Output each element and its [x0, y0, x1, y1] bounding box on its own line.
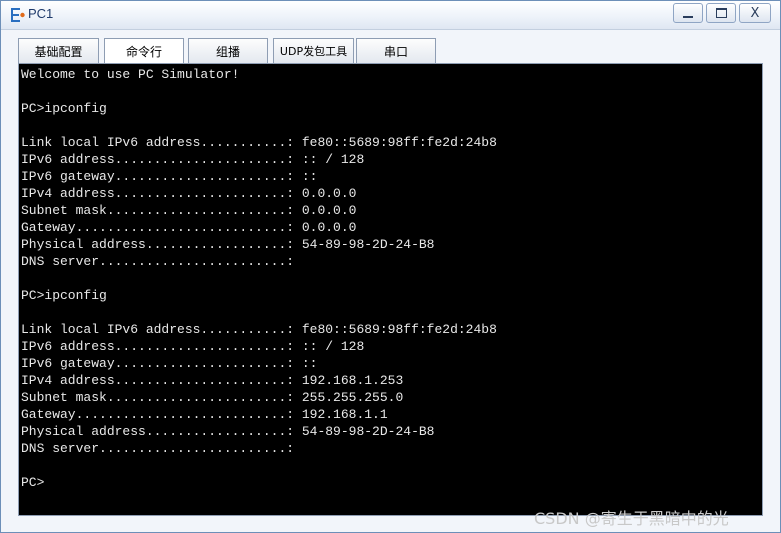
pc-simulator-window: PC1 X 基础配置 命令行 组播 UDP发包工具 串口 Welcome to …	[0, 0, 781, 533]
terminal-line: IPv6 address......................: :: /…	[21, 152, 365, 167]
terminal-line: Subnet mask.......................: 0.0.…	[21, 203, 357, 218]
maximize-button[interactable]	[706, 3, 736, 23]
terminal-line: IPv6 address......................: :: /…	[21, 339, 365, 354]
close-icon: X	[750, 5, 760, 21]
minimize-icon	[683, 15, 693, 18]
minimize-button[interactable]	[673, 3, 703, 23]
tab-serial-port[interactable]: 串口	[356, 38, 436, 63]
terminal-line: IPv6 gateway......................: ::	[21, 356, 318, 371]
terminal-line: Link local IPv6 address...........: fe80…	[21, 322, 497, 337]
terminal-line: Welcome to use PC Simulator!	[21, 67, 240, 82]
terminal-line: Gateway...........................: 0.0.…	[21, 220, 357, 235]
title-bar[interactable]: PC1 X	[1, 1, 780, 30]
tab-multicast[interactable]: 组播	[188, 38, 268, 63]
terminal-line: Link local IPv6 address...........: fe80…	[21, 135, 497, 150]
tab-basic-config[interactable]: 基础配置	[18, 38, 99, 63]
terminal-line: PC>ipconfig	[21, 288, 107, 303]
terminal-line: IPv6 gateway......................: ::	[21, 169, 318, 184]
terminal-line: PC>ipconfig	[21, 101, 107, 116]
terminal-line: IPv4 address......................: 192.…	[21, 373, 404, 388]
terminal-line: DNS server........................:	[21, 254, 295, 269]
terminal-output: Welcome to use PC Simulator! PC>ipconfig L…	[21, 66, 497, 491]
terminal-line: Subnet mask.......................: 255.…	[21, 390, 404, 405]
terminal-line: PC>	[21, 475, 45, 490]
pc-app-icon	[11, 8, 25, 22]
terminal-line: DNS server........................:	[21, 441, 295, 456]
terminal-line: Physical address..................: 54-8…	[21, 424, 435, 439]
maximize-icon	[715, 8, 727, 18]
terminal-line: Physical address..................: 54-8…	[21, 237, 435, 252]
command-terminal[interactable]: Welcome to use PC Simulator! PC>ipconfig L…	[18, 63, 763, 516]
watermark: CSDN @寄生于黑暗中的光	[534, 509, 729, 528]
close-button[interactable]: X	[739, 3, 771, 23]
terminal-line: Gateway...........................: 192.…	[21, 407, 388, 422]
window-title: PC1	[28, 6, 54, 21]
tab-command-line[interactable]: 命令行	[104, 38, 184, 63]
terminal-line: IPv4 address......................: 0.0.…	[21, 186, 357, 201]
tab-udp-tool[interactable]: UDP发包工具	[273, 38, 354, 63]
